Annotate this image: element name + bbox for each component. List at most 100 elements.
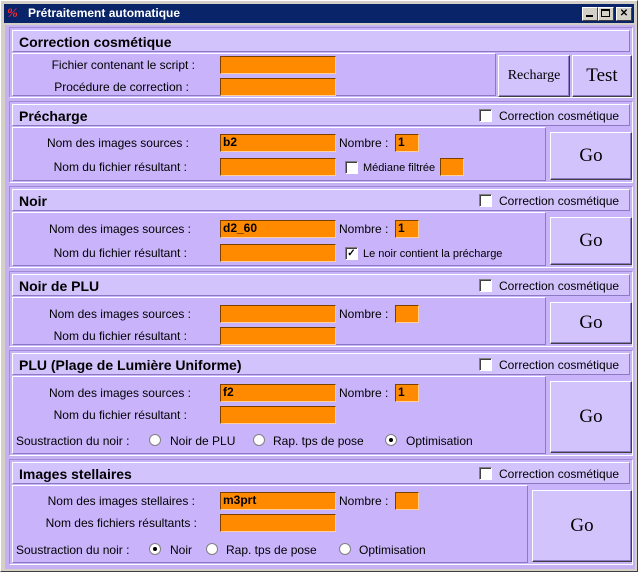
section-header: Précharge Correction cosmétique <box>12 104 630 126</box>
result-input[interactable] <box>220 514 336 532</box>
nombre-label: Nombre : <box>339 494 389 508</box>
sources-label: Nom des images sources : <box>48 386 191 400</box>
section-plu: PLU (Plage de Lumière Uniforme) Correcti… <box>9 350 633 456</box>
sources-label: Nom des images stellaires : <box>47 494 195 508</box>
nombre-input[interactable]: 1 <box>395 134 419 152</box>
cosmetic-checkbox[interactable] <box>479 279 492 292</box>
stellar-go-button[interactable]: Go <box>532 490 632 562</box>
cosmetic-checkbox-label: Correction cosmétique <box>499 194 620 208</box>
cosmetic-checkbox[interactable] <box>479 194 492 207</box>
maximize-button[interactable] <box>598 7 614 21</box>
result-input[interactable] <box>220 244 336 262</box>
sources-input[interactable]: m3prt <box>220 492 336 510</box>
procedure-input[interactable] <box>220 78 336 96</box>
app-logo-icon: % <box>7 5 18 20</box>
script-file-label: Fichier contenant le script : <box>51 58 195 72</box>
sources-label: Nom des images sources : <box>48 307 191 321</box>
nombre-label: Nombre : <box>339 222 389 236</box>
sources-input[interactable]: b2 <box>220 134 336 152</box>
radio-optimisation-label: Optimisation <box>406 434 473 448</box>
radio-rap-tps-pose[interactable] <box>206 543 218 555</box>
cosmetic-checkbox-label: Correction cosmétique <box>499 279 620 293</box>
result-input[interactable] <box>220 406 336 424</box>
section-title: Correction cosmétique <box>19 34 172 50</box>
section-precharge: Précharge Correction cosmétique Nom des … <box>9 101 633 183</box>
section-title: Images stellaires <box>19 466 132 482</box>
section-title: Précharge <box>19 108 88 124</box>
contains-precharge-checkbox[interactable]: ✓ <box>345 247 358 260</box>
cosmetic-checkbox[interactable] <box>479 467 492 480</box>
cosmetic-checkbox-label: Correction cosmétique <box>499 358 620 372</box>
section-title: PLU (Plage de Lumière Uniforme) <box>19 357 242 373</box>
result-label: Nom du fichier résultant : <box>53 408 187 422</box>
section-noir: Noir Correction cosmétique Nom des image… <box>9 186 633 268</box>
test-button[interactable]: Test <box>572 55 632 97</box>
nombre-label: Nombre : <box>339 386 389 400</box>
section-title: Noir <box>19 193 47 209</box>
radio-rap-tps-pose-label: Rap. tps de pose <box>273 434 364 448</box>
result-label: Nom du fichier résultant : <box>53 160 187 174</box>
client-area: Correction cosmétique Fichier contenant … <box>5 25 635 569</box>
section-body: Nom des images sources : b2 Nombre : 1 N… <box>12 127 546 181</box>
section-body: Fichier contenant le script : Procédure … <box>12 53 496 96</box>
recharge-button[interactable]: Recharge <box>498 55 570 97</box>
nombre-input[interactable]: 1 <box>395 220 419 238</box>
section-body: Nom des images sources : Nombre : Nom du… <box>12 297 546 345</box>
section-header: Correction cosmétique <box>12 30 630 52</box>
radio-rap-tps-pose-label: Rap. tps de pose <box>226 543 317 557</box>
radio-noir-plu-label: Noir de PLU <box>170 434 236 448</box>
nombre-input[interactable] <box>395 492 419 510</box>
maximize-icon <box>601 9 610 17</box>
nombre-label: Nombre : <box>339 136 389 150</box>
section-header: Images stellaires Correction cosmétique <box>12 462 630 484</box>
sources-input[interactable]: f2 <box>220 384 336 402</box>
radio-optimisation[interactable] <box>385 434 397 446</box>
radio-noir-label: Noir <box>170 543 193 557</box>
section-body: Nom des images sources : f2 Nombre : 1 N… <box>12 376 546 454</box>
noir-go-button[interactable]: Go <box>550 217 632 265</box>
section-title: Noir de PLU <box>19 278 100 294</box>
minimize-button[interactable] <box>582 7 598 21</box>
result-input[interactable] <box>220 158 336 176</box>
close-icon: ✕ <box>619 8 629 19</box>
window-title: Prétraitement automatique <box>28 6 181 20</box>
radio-rap-tps-pose[interactable] <box>253 434 265 446</box>
section-body: Nom des images stellaires : m3prt Nombre… <box>12 485 528 563</box>
title-bar[interactable]: % Prétraitement automatique ✕ <box>4 4 634 23</box>
median-input[interactable] <box>440 158 464 176</box>
plu-go-button[interactable]: Go <box>550 381 632 453</box>
radio-selected-dot <box>153 547 157 551</box>
radio-noir-plu[interactable] <box>149 434 161 446</box>
nombre-input[interactable]: 1 <box>395 384 419 402</box>
cosmetic-checkbox[interactable] <box>479 358 492 371</box>
app-window: % Prétraitement automatique ✕ Correction… <box>0 0 638 572</box>
cosmetic-checkbox-label: Correction cosmétique <box>499 467 620 481</box>
noir-plu-go-button[interactable]: Go <box>550 302 632 344</box>
radio-selected-dot <box>389 438 393 442</box>
subtract-label: Soustraction du noir : <box>16 543 130 557</box>
median-checkbox-label: Médiane filtrée <box>363 162 436 174</box>
section-header: PLU (Plage de Lumière Uniforme) Correcti… <box>12 353 630 375</box>
precharge-go-button[interactable]: Go <box>550 132 632 180</box>
section-cosmetic: Correction cosmétique Fichier contenant … <box>9 27 633 98</box>
radio-noir[interactable] <box>149 543 161 555</box>
result-label: Nom du fichier résultant : <box>53 329 187 343</box>
sources-input[interactable]: d2_60 <box>220 220 336 238</box>
result-label: Nom des fichiers résultants : <box>45 516 197 530</box>
nombre-input[interactable] <box>395 305 419 323</box>
subtract-label: Soustraction du noir : <box>16 434 130 448</box>
script-file-input[interactable] <box>220 56 336 74</box>
section-stellar: Images stellaires Correction cosmétique … <box>9 459 633 565</box>
median-checkbox[interactable] <box>345 161 358 174</box>
radio-optimisation[interactable] <box>339 543 351 555</box>
procedure-label: Procédure de correction : <box>54 80 189 94</box>
sources-label: Nom des images sources : <box>48 222 191 236</box>
section-header: Noir de PLU Correction cosmétique <box>12 274 630 296</box>
nombre-label: Nombre : <box>339 307 389 321</box>
cosmetic-checkbox-label: Correction cosmétique <box>499 109 620 123</box>
result-input[interactable] <box>220 327 336 345</box>
close-button[interactable]: ✕ <box>616 7 632 21</box>
section-body: Nom des images sources : d2_60 Nombre : … <box>12 212 546 266</box>
sources-input[interactable] <box>220 305 336 323</box>
cosmetic-checkbox[interactable] <box>479 109 492 122</box>
